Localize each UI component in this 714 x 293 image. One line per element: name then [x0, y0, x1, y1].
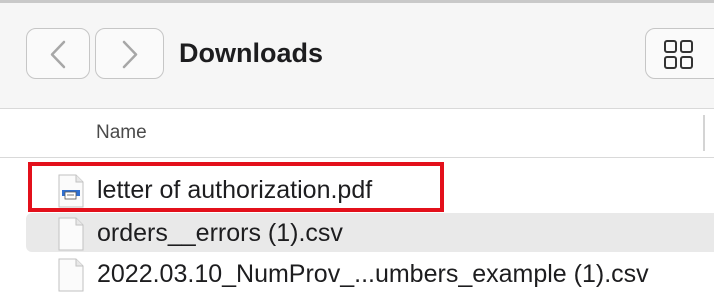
file-name: 2022.03.10_NumProv_...umbers_example (1)… — [97, 260, 649, 288]
file-name: letter of authorization.pdf — [97, 176, 373, 204]
name-column-header[interactable]: Name — [96, 122, 147, 144]
file-name: orders__errors (1).csv — [97, 219, 343, 247]
window-title: Downloads — [179, 38, 324, 68]
back-button[interactable] — [26, 28, 90, 79]
forward-button[interactable] — [95, 28, 164, 79]
icon-view-button[interactable] — [645, 28, 714, 79]
file-row[interactable]: orders__errors (1).csv — [26, 213, 714, 252]
chevron-left-icon — [50, 40, 66, 69]
file-row[interactable]: 2022.03.10_NumProv_...umbers_example (1)… — [26, 254, 714, 293]
csv-document-icon — [58, 258, 84, 292]
column-divider[interactable] — [703, 115, 705, 151]
window-edge — [0, 0, 714, 3]
csv-document-icon — [58, 217, 84, 251]
chevron-right-icon — [122, 40, 138, 69]
column-header: Name — [0, 109, 714, 158]
pdf-document-icon — [58, 174, 84, 208]
grid-view-icon — [664, 40, 693, 69]
finder-toolbar: Downloads — [0, 0, 714, 109]
file-row[interactable]: letter of authorization.pdf — [26, 170, 714, 209]
